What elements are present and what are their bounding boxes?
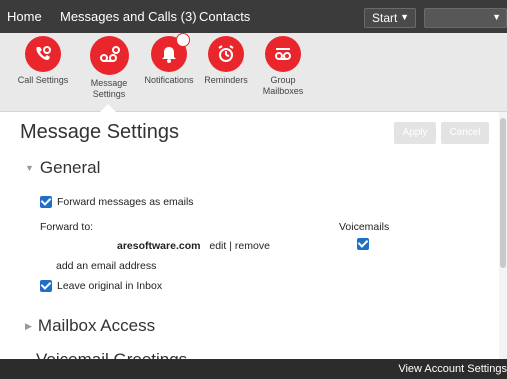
mailbox-access-heading: Mailbox Access <box>37 316 156 335</box>
vertical-scrollbar[interactable] <box>499 112 507 362</box>
footer-bar: View Account Settings <box>0 359 507 379</box>
group-mailboxes-tool[interactable]: Group Mailboxes <box>251 36 315 97</box>
call-settings-tool[interactable]: Call Settings <box>11 36 75 86</box>
phone-gear-icon <box>25 36 61 72</box>
reminders-tool[interactable]: Reminders <box>194 36 258 86</box>
add-email-link[interactable]: add an email address <box>56 260 156 272</box>
leave-original-checkbox[interactable] <box>40 280 52 293</box>
group-mailboxes-label: Group Mailboxes <box>262 75 304 96</box>
page-title: Message Settings <box>20 121 179 143</box>
message-settings-label: Message Settings <box>90 78 128 99</box>
triangle-right-icon: ▶ <box>25 321 32 331</box>
leave-original-option[interactable]: Leave original in Inbox <box>40 280 163 293</box>
view-account-settings-link[interactable]: View Account Settings <box>398 363 507 375</box>
forward-emails-label: Forward messages as emails <box>57 196 194 209</box>
voicemails-checkbox[interactable] <box>357 238 369 251</box>
call-settings-label: Call Settings <box>17 75 69 85</box>
forward-to-label: Forward to: <box>40 221 94 233</box>
separator: | <box>229 240 232 252</box>
notifications-label: Notifications <box>144 75 194 85</box>
general-heading: General <box>39 158 101 177</box>
nav-contacts[interactable]: Contacts <box>199 9 250 24</box>
voicemails-column-header: Voicemails <box>339 221 390 233</box>
notifications-tool[interactable]: Notifications <box>137 33 201 86</box>
mailbox-access-section-toggle[interactable]: ▶ Mailbox Access <box>25 316 155 336</box>
voicemail-gear-icon <box>89 36 129 75</box>
next-section-heading-partial[interactable]: Voicemail Greetings <box>36 350 187 359</box>
checkmark-badge-icon <box>176 33 190 47</box>
voicemails-checkbox-cell <box>357 238 369 251</box>
forward-emails-option[interactable]: Forward messages as emails <box>40 196 194 209</box>
triangle-down-icon: ▼ <box>25 163 34 173</box>
caret-down-icon: ▼ <box>492 12 501 22</box>
top-nav-bar: Home Messages and Calls (3) Contacts Sta… <box>0 0 507 33</box>
email-address: aresoftware.com <box>117 240 201 252</box>
leave-original-label: Leave original in Inbox <box>57 280 163 293</box>
nav-home[interactable]: Home <box>7 9 42 24</box>
caret-down-icon: ▼ <box>400 12 409 22</box>
start-button[interactable]: Start ▼ <box>364 8 416 28</box>
edit-email-link[interactable]: edit <box>209 240 226 252</box>
nav-messages-and-calls[interactable]: Messages and Calls (3) <box>60 9 197 24</box>
group-voicemail-icon <box>265 36 301 72</box>
settings-toolbar: Call Settings Message Settings Notificat… <box>0 33 507 112</box>
general-section-toggle[interactable]: ▼ General <box>25 158 100 178</box>
alarm-clock-icon <box>208 36 244 72</box>
reminders-label: Reminders <box>204 75 248 85</box>
apply-button[interactable]: Apply <box>394 122 436 144</box>
email-entry: aresoftware.com edit | remove <box>117 240 270 252</box>
cancel-button[interactable]: Cancel <box>441 122 489 144</box>
message-settings-tool[interactable]: Message Settings <box>77 36 141 100</box>
user-dropdown[interactable]: ▼ <box>424 8 507 28</box>
scrollbar-thumb[interactable] <box>500 118 506 268</box>
start-label: Start <box>372 11 398 25</box>
bell-icon <box>151 33 190 72</box>
forward-emails-checkbox[interactable] <box>40 196 52 209</box>
active-tab-pointer <box>100 104 116 112</box>
remove-email-link[interactable]: remove <box>235 240 270 252</box>
